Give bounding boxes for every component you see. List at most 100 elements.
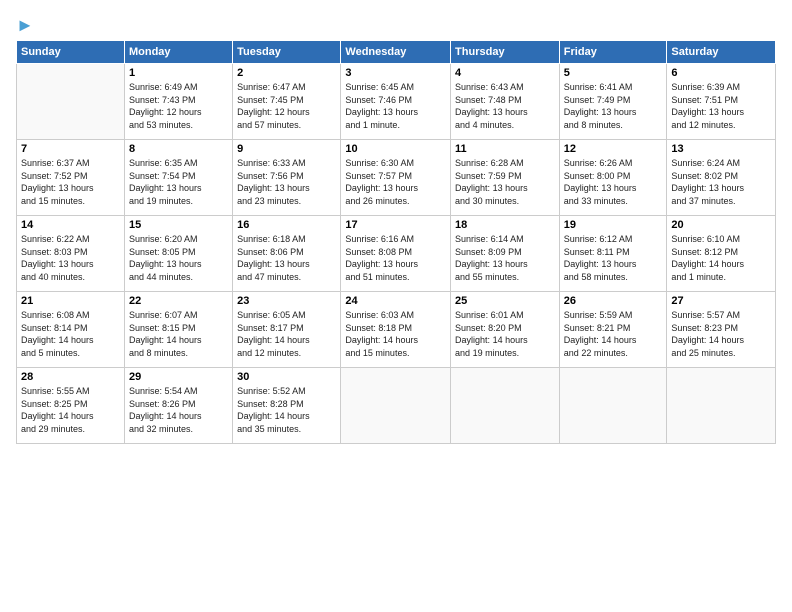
day-number: 12 bbox=[564, 143, 663, 155]
calendar-cell: 18 Sunrise: 6:14 AM Sunset: 8:09 PM Dayli… bbox=[451, 216, 560, 292]
day-info: Sunrise: 5:52 AM Sunset: 8:28 PM Dayligh… bbox=[237, 385, 336, 435]
day-number: 15 bbox=[129, 219, 228, 231]
calendar-cell: 9 Sunrise: 6:33 AM Sunset: 7:56 PM Daylig… bbox=[233, 140, 341, 216]
weekday-header-row: SundayMondayTuesdayWednesdayThursdayFrid… bbox=[17, 41, 776, 64]
week-row-2: 7 Sunrise: 6:37 AM Sunset: 7:52 PM Daylig… bbox=[17, 140, 776, 216]
calendar-cell: 3Sunrise: 6:45 AM Sunset: 7:46 PM Daylig… bbox=[341, 64, 451, 140]
day-info: Sunrise: 6:47 AM Sunset: 7:45 PM Dayligh… bbox=[237, 81, 336, 131]
week-row-1: 1Sunrise: 6:49 AM Sunset: 7:43 PM Daylig… bbox=[17, 64, 776, 140]
calendar-cell: 4 Sunrise: 6:43 AM Sunset: 7:48 PM Daylig… bbox=[451, 64, 560, 140]
calendar-cell: 23 Sunrise: 6:05 AM Sunset: 8:17 PM Dayli… bbox=[233, 292, 341, 368]
weekday-header-sunday: Sunday bbox=[17, 41, 125, 64]
day-info: Sunrise: 5:55 AM Sunset: 8:25 PM Dayligh… bbox=[21, 385, 120, 435]
day-number: 22 bbox=[129, 295, 228, 307]
day-number: 7 bbox=[21, 143, 120, 155]
calendar-cell: 17 Sunrise: 6:16 AM Sunset: 8:08 PM Dayli… bbox=[341, 216, 451, 292]
day-number: 10 bbox=[345, 143, 446, 155]
day-info: Sunrise: 6:14 AM Sunset: 8:09 PM Dayligh… bbox=[455, 233, 555, 283]
day-info: Sunrise: 6:33 AM Sunset: 7:56 PM Dayligh… bbox=[237, 157, 336, 207]
logo-text: ► bbox=[16, 16, 34, 34]
weekday-header-saturday: Saturday bbox=[667, 41, 776, 64]
day-number: 4 bbox=[455, 67, 555, 79]
day-info: Sunrise: 6:37 AM Sunset: 7:52 PM Dayligh… bbox=[21, 157, 120, 207]
day-number: 18 bbox=[455, 219, 555, 231]
calendar-cell: 26Sunrise: 5:59 AM Sunset: 8:21 PM Dayli… bbox=[559, 292, 667, 368]
calendar-cell: 2 Sunrise: 6:47 AM Sunset: 7:45 PM Daylig… bbox=[233, 64, 341, 140]
day-info: Sunrise: 6:49 AM Sunset: 7:43 PM Dayligh… bbox=[129, 81, 228, 131]
day-number: 26 bbox=[564, 295, 663, 307]
calendar-cell: 13 Sunrise: 6:24 AM Sunset: 8:02 PM Dayli… bbox=[667, 140, 776, 216]
calendar-cell: 25 Sunrise: 6:01 AM Sunset: 8:20 PM Dayli… bbox=[451, 292, 560, 368]
day-info: Sunrise: 6:24 AM Sunset: 8:02 PM Dayligh… bbox=[671, 157, 771, 207]
calendar-cell: 1Sunrise: 6:49 AM Sunset: 7:43 PM Daylig… bbox=[124, 64, 232, 140]
calendar-cell: 12 Sunrise: 6:26 AM Sunset: 8:00 PM Dayli… bbox=[559, 140, 667, 216]
day-info: Sunrise: 5:54 AM Sunset: 8:26 PM Dayligh… bbox=[129, 385, 228, 435]
calendar-cell: 7 Sunrise: 6:37 AM Sunset: 7:52 PM Daylig… bbox=[17, 140, 125, 216]
day-number: 6 bbox=[671, 67, 771, 79]
day-info: Sunrise: 6:41 AM Sunset: 7:49 PM Dayligh… bbox=[564, 81, 663, 131]
calendar-cell: 14 Sunrise: 6:22 AM Sunset: 8:03 PM Dayli… bbox=[17, 216, 125, 292]
day-number: 2 bbox=[237, 67, 336, 79]
weekday-header-tuesday: Tuesday bbox=[233, 41, 341, 64]
day-info: Sunrise: 6:26 AM Sunset: 8:00 PM Dayligh… bbox=[564, 157, 663, 207]
calendar-cell: 27 Sunrise: 5:57 AM Sunset: 8:23 PM Dayli… bbox=[667, 292, 776, 368]
calendar-cell: 16 Sunrise: 6:18 AM Sunset: 8:06 PM Dayli… bbox=[233, 216, 341, 292]
day-info: Sunrise: 5:57 AM Sunset: 8:23 PM Dayligh… bbox=[671, 309, 771, 359]
day-info: Sunrise: 6:43 AM Sunset: 7:48 PM Dayligh… bbox=[455, 81, 555, 131]
day-info: Sunrise: 6:35 AM Sunset: 7:54 PM Dayligh… bbox=[129, 157, 228, 207]
header: ► bbox=[16, 16, 776, 32]
calendar-cell: 29 Sunrise: 5:54 AM Sunset: 8:26 PM Dayli… bbox=[124, 368, 232, 444]
day-number: 14 bbox=[21, 219, 120, 231]
day-info: Sunrise: 6:39 AM Sunset: 7:51 PM Dayligh… bbox=[671, 81, 771, 131]
day-number: 25 bbox=[455, 295, 555, 307]
day-info: Sunrise: 6:16 AM Sunset: 8:08 PM Dayligh… bbox=[345, 233, 446, 283]
calendar-table: SundayMondayTuesdayWednesdayThursdayFrid… bbox=[16, 40, 776, 444]
day-info: Sunrise: 6:22 AM Sunset: 8:03 PM Dayligh… bbox=[21, 233, 120, 283]
day-info: Sunrise: 6:45 AM Sunset: 7:46 PM Dayligh… bbox=[345, 81, 446, 131]
weekday-header-friday: Friday bbox=[559, 41, 667, 64]
calendar-cell: 15 Sunrise: 6:20 AM Sunset: 8:05 PM Dayli… bbox=[124, 216, 232, 292]
logo: ► bbox=[16, 16, 34, 32]
day-number: 30 bbox=[237, 371, 336, 383]
day-info: Sunrise: 6:08 AM Sunset: 8:14 PM Dayligh… bbox=[21, 309, 120, 359]
day-info: Sunrise: 6:20 AM Sunset: 8:05 PM Dayligh… bbox=[129, 233, 228, 283]
day-number: 21 bbox=[21, 295, 120, 307]
weekday-header-monday: Monday bbox=[124, 41, 232, 64]
day-info: Sunrise: 6:10 AM Sunset: 8:12 PM Dayligh… bbox=[671, 233, 771, 283]
calendar-cell bbox=[451, 368, 560, 444]
calendar-cell: 5 Sunrise: 6:41 AM Sunset: 7:49 PM Daylig… bbox=[559, 64, 667, 140]
calendar-cell bbox=[341, 368, 451, 444]
day-number: 8 bbox=[129, 143, 228, 155]
day-info: Sunrise: 6:05 AM Sunset: 8:17 PM Dayligh… bbox=[237, 309, 336, 359]
week-row-3: 14 Sunrise: 6:22 AM Sunset: 8:03 PM Dayli… bbox=[17, 216, 776, 292]
calendar-cell: 19Sunrise: 6:12 AM Sunset: 8:11 PM Dayli… bbox=[559, 216, 667, 292]
day-number: 27 bbox=[671, 295, 771, 307]
day-number: 17 bbox=[345, 219, 446, 231]
calendar-cell: 6 Sunrise: 6:39 AM Sunset: 7:51 PM Daylig… bbox=[667, 64, 776, 140]
day-number: 11 bbox=[455, 143, 555, 155]
calendar-cell bbox=[667, 368, 776, 444]
day-number: 5 bbox=[564, 67, 663, 79]
day-info: Sunrise: 6:30 AM Sunset: 7:57 PM Dayligh… bbox=[345, 157, 446, 207]
day-number: 20 bbox=[671, 219, 771, 231]
day-number: 16 bbox=[237, 219, 336, 231]
day-info: Sunrise: 6:01 AM Sunset: 8:20 PM Dayligh… bbox=[455, 309, 555, 359]
day-number: 23 bbox=[237, 295, 336, 307]
day-number: 19 bbox=[564, 219, 663, 231]
calendar-cell: 24Sunrise: 6:03 AM Sunset: 8:18 PM Dayli… bbox=[341, 292, 451, 368]
calendar-cell: 30 Sunrise: 5:52 AM Sunset: 8:28 PM Dayli… bbox=[233, 368, 341, 444]
day-info: Sunrise: 6:03 AM Sunset: 8:18 PM Dayligh… bbox=[345, 309, 446, 359]
day-number: 28 bbox=[21, 371, 120, 383]
week-row-5: 28 Sunrise: 5:55 AM Sunset: 8:25 PM Dayli… bbox=[17, 368, 776, 444]
weekday-header-thursday: Thursday bbox=[451, 41, 560, 64]
page: ► SundayMondayTuesdayWednesdayThursdayFr… bbox=[0, 0, 792, 612]
week-row-4: 21 Sunrise: 6:08 AM Sunset: 8:14 PM Dayli… bbox=[17, 292, 776, 368]
day-info: Sunrise: 6:18 AM Sunset: 8:06 PM Dayligh… bbox=[237, 233, 336, 283]
day-number: 13 bbox=[671, 143, 771, 155]
day-number: 9 bbox=[237, 143, 336, 155]
calendar-cell bbox=[559, 368, 667, 444]
day-number: 29 bbox=[129, 371, 228, 383]
calendar-cell: 11Sunrise: 6:28 AM Sunset: 7:59 PM Dayli… bbox=[451, 140, 560, 216]
calendar-cell: 22Sunrise: 6:07 AM Sunset: 8:15 PM Dayli… bbox=[124, 292, 232, 368]
calendar-cell: 10 Sunrise: 6:30 AM Sunset: 7:57 PM Dayli… bbox=[341, 140, 451, 216]
